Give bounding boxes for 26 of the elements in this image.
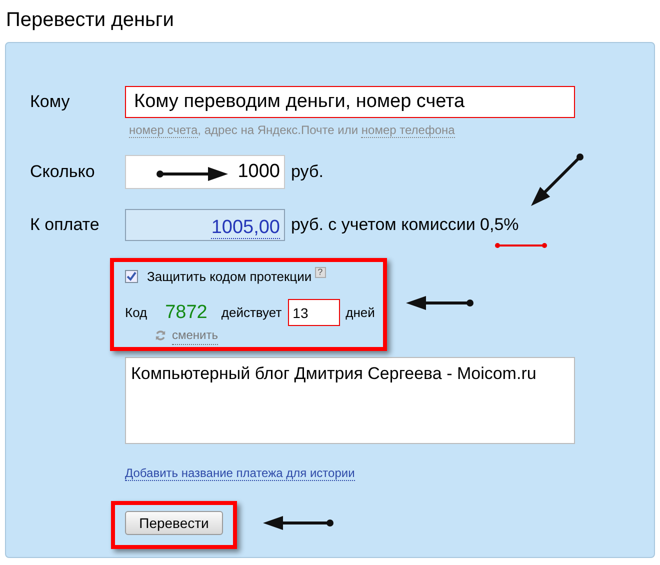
checkbox[interactable] (125, 270, 138, 284)
help-icon[interactable]: ? (314, 267, 326, 278)
days-field[interactable]: 13 (288, 299, 340, 326)
annotation-arrow (263, 516, 334, 530)
refresh-icon (155, 330, 166, 340)
hint-text: номер счета, адрес на Яндекс.Почте или номер телефона (129, 122, 456, 139)
field-label: Кому (30, 91, 71, 114)
page-title: Перевести деньги (5, 8, 175, 33)
field-label: К оплате (30, 214, 100, 236)
field-label: Сколько (30, 161, 96, 184)
submit-button[interactable]: Перевести (125, 511, 223, 536)
code-label: Код (125, 304, 148, 322)
history-link[interactable]: Добавить название платежа для истории (125, 466, 355, 481)
annotation-arrow (531, 154, 584, 206)
underline-mark (495, 243, 547, 248)
annotation-arrow (156, 167, 228, 181)
recipient-field[interactable]: Кому переводим деньги, номер счета (125, 86, 575, 118)
commission-text: руб. с учетом комиссии 0,5% (291, 214, 519, 236)
protection-code: 7872 (165, 300, 208, 324)
comment-field[interactable]: Компьютерный блог Дмитрия Сергеева - Moicom.ru (125, 357, 575, 444)
valid-label: действует (221, 304, 282, 322)
unit-text: руб. (291, 161, 324, 184)
annotation-arrow (406, 296, 474, 310)
days-unit: дней (346, 304, 375, 322)
checkbox-label: Защитить кодом протекции (147, 268, 312, 286)
amount-field[interactable]: 1000 (125, 155, 285, 189)
